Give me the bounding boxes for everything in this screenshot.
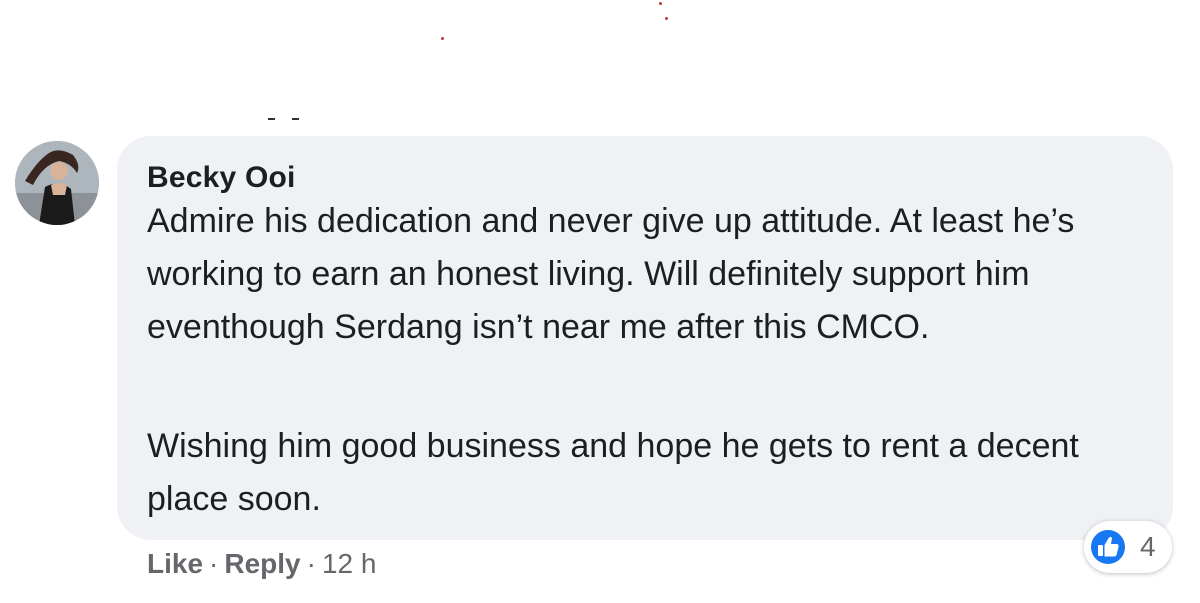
comment-text: Admire his dedication and never give up …: [147, 202, 1075, 346]
artifact-dash: [268, 118, 275, 120]
comment-text: Wishing him good business and hope he ge…: [147, 427, 1079, 518]
comment-actions: Like · Reply · 12 h: [147, 548, 376, 580]
timestamp[interactable]: 12 h: [322, 548, 377, 579]
reaction-count: 4: [1140, 531, 1156, 562]
artifact-dot: [659, 2, 662, 5]
avatar[interactable]: [15, 141, 99, 225]
reply-button[interactable]: Reply: [224, 548, 300, 579]
artifact-dot: [665, 17, 668, 20]
like-button[interactable]: Like: [147, 548, 203, 579]
separator: ·: [209, 548, 219, 579]
thumbs-up-icon: [1089, 528, 1127, 566]
artifact-dash: [292, 118, 299, 120]
comment-author[interactable]: Becky Ooi: [147, 161, 296, 195]
avatar-photo: [15, 141, 99, 225]
artifact-dot: [441, 37, 444, 40]
separator: ·: [306, 548, 316, 579]
reaction-summary[interactable]: 4: [1084, 521, 1172, 573]
